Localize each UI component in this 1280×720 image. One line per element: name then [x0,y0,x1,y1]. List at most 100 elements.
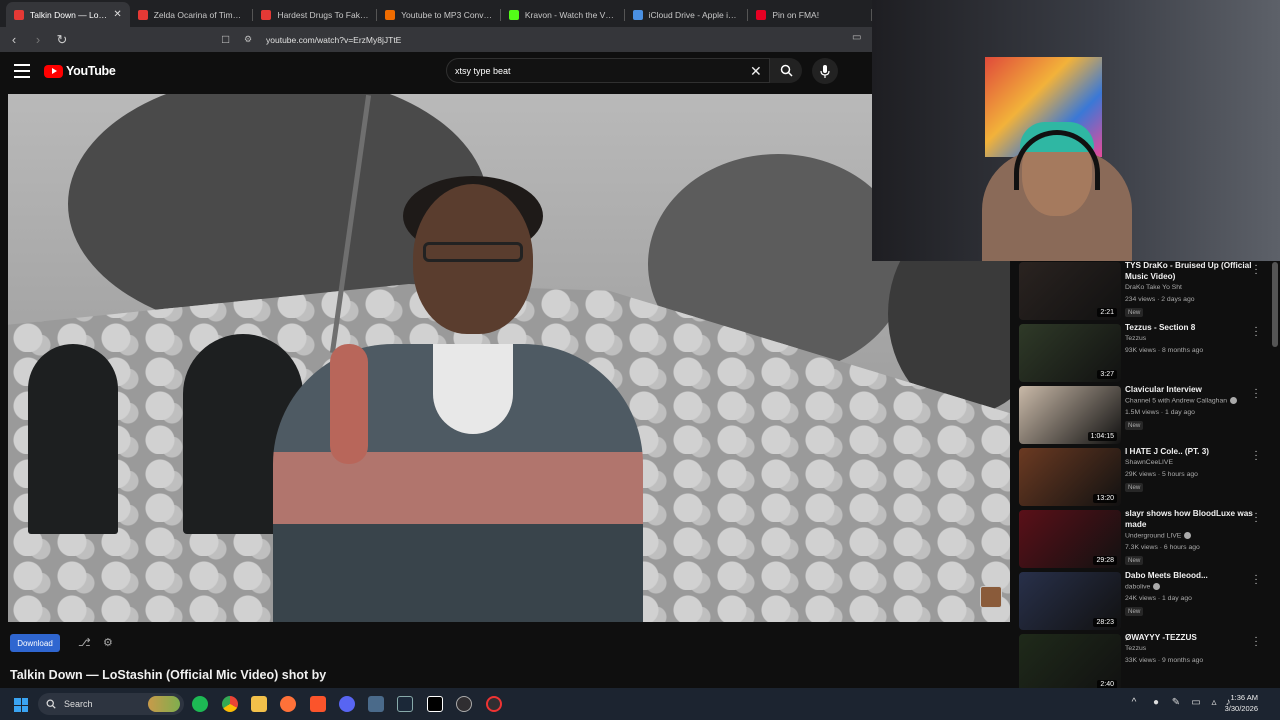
recommended-title[interactable]: Dabo Meets Bleood... [1125,570,1265,581]
more-options-icon[interactable]: · · · [1253,447,1259,465]
view-meta: 7.3K views · 6 hours ago [1125,544,1200,551]
view-meta: 33K views · 9 months ago [1125,657,1204,664]
recommended-video[interactable]: 2:40 ØWAYYY -TEZZUS Tezzus 33K views · 9 mo… [1018,633,1280,688]
more-options-icon[interactable]: · · · [1253,385,1259,403]
video-thumbnail[interactable]: 13:20 [1019,448,1121,506]
brave-icon[interactable] [310,696,326,712]
menu-icon[interactable] [14,64,30,78]
youtube-logo-text: YouTube [66,64,116,78]
recommended-title[interactable]: ØWAYYY -TEZZUS [1125,632,1265,643]
reload-icon[interactable]: ↻ [52,30,72,50]
clear-search-icon[interactable]: ✕ [750,63,762,80]
browser-tab[interactable]: Zelda Ocarina of Time Remake [130,2,254,27]
discord-icon[interactable] [339,696,355,712]
video-thumbnail[interactable]: 1:04:15 [1019,386,1121,444]
youtube-masthead: YouTube xtsy type beat ✕ [0,52,872,92]
channel-name[interactable]: Tezzus [1125,645,1146,652]
search-input[interactable]: xtsy type beat [446,58,770,83]
more-options-icon[interactable]: · · · [1253,633,1259,651]
tab-favicon-icon [508,9,519,20]
more-options-icon[interactable]: · · · [1253,571,1259,589]
video-thumbnail[interactable]: 28:23 [1019,572,1121,630]
display-tray-icon[interactable]: ▭ [1190,697,1202,709]
duration-badge: 13:20 [1093,494,1117,503]
recommended-video[interactable]: 2:21 TYS DraKo - Bruised Up (Official Mus… [1018,261,1280,321]
taskbar-clock[interactable]: 1:36 AM 3/30/2026 [1225,692,1258,714]
obs-recording-icon[interactable] [486,696,502,712]
microphone-tray-icon[interactable]: ● [1150,697,1162,709]
tab-title: Pin on FMA! [772,9,820,20]
spotify-icon[interactable] [192,696,208,712]
browser-tab[interactable]: Hardest Drugs To Fake Being [253,2,377,27]
tab-favicon-icon [385,9,396,20]
app-icon[interactable] [368,696,384,712]
steam-icon[interactable] [397,696,413,712]
recommended-title[interactable]: slayr shows how BloodLuxe was made [1125,508,1265,530]
browser-tab[interactable]: Kravon - Watch the VOD on [501,2,625,27]
channel-name-text: Tezzus [1125,335,1147,342]
browser-toolbar: ‹ › ↻ □ ⚙ youtube.com/watch?v=ErzMy8jJTt… [0,27,872,52]
forward-arrow-icon[interactable]: › [28,30,48,50]
recommended-video[interactable]: 29:28 slayr shows how BloodLuxe was made U… [1018,509,1280,569]
video-thumbnail[interactable]: 2:21 [1019,262,1121,320]
video-thumbnail[interactable]: 2:40 [1019,634,1121,688]
tab-favicon-icon [14,9,24,20]
voice-search-button[interactable] [812,58,838,84]
sidebar-scrollbar[interactable] [1272,262,1278,347]
search-highlight-icon [148,696,180,712]
tray-overflow-icon[interactable]: ^ [1128,697,1140,709]
pen-tray-icon[interactable]: ✎ [1170,697,1182,709]
recommended-video[interactable]: 28:23 Dabo Meets Bleood... dabolive 24K vie… [1018,571,1280,631]
recommended-video[interactable]: 3:27 Tezzus - Section 8 Tezzus 93K views · … [1018,323,1280,383]
more-options-icon[interactable]: · · · [1253,323,1259,341]
channel-name[interactable]: Tezzus [1125,335,1146,342]
new-badge: New [1125,607,1144,616]
channel-name[interactable]: Channel 5 with Andrew Callaghan [1125,397,1238,404]
channel-name[interactable]: Underground LIVE [1125,532,1192,539]
youtube-logo[interactable]: YouTube [44,64,116,78]
url-text: youtube.com/watch?v=ErzMy8jJTtE [266,34,402,45]
channel-name[interactable]: DraKo Take Yo Sht [1125,284,1182,291]
recommended-title[interactable]: I HATE J Cole.. (PT. 3) [1125,446,1265,457]
recommended-title[interactable]: TYS DraKo - Bruised Up (Official Music V… [1125,261,1265,282]
recommended-video[interactable]: 13:20 I HATE J Cole.. (PT. 3) ShawnCeeLIVE… [1018,447,1280,507]
video-player[interactable] [8,94,1010,622]
video-thumbnail[interactable]: 3:27 [1019,324,1121,382]
more-options-icon[interactable]: · · · [1253,261,1259,279]
shirt [433,344,513,434]
site-info-icon[interactable]: ⚙ [244,34,256,46]
network-tray-icon[interactable]: ▵ [1208,697,1220,709]
bookmark-icon[interactable]: □ [222,32,236,47]
recommended-title[interactable]: Tezzus - Section 8 [1125,322,1265,333]
back-arrow-icon[interactable]: ‹ [4,30,24,50]
more-options-icon[interactable]: · · · [1253,509,1259,527]
chrome-icon[interactable] [222,696,238,712]
channel-name[interactable]: dabolive [1125,583,1161,590]
video-title: Talkin Down — LoStashin (Official Mic Vi… [10,668,327,682]
tab-title: Hardest Drugs To Fake Being [277,9,369,20]
firefox-icon[interactable] [280,696,296,712]
address-bar[interactable]: ⚙ youtube.com/watch?v=ErzMy8jJTtE [244,30,844,49]
channel-watermark[interactable] [980,586,1002,608]
taskbar-search[interactable]: Search [38,693,184,715]
windows-start-icon[interactable] [14,698,28,712]
search-button[interactable] [770,58,802,83]
file-explorer-icon[interactable] [251,696,267,712]
tab-close-icon[interactable]: ✕ [113,9,121,20]
notification-bell-icon[interactable]: ⎇ [78,636,92,650]
browser-tab[interactable]: Talkin Down — LoStashin ✕ [6,2,130,27]
video-thumbnail[interactable]: 29:28 [1019,510,1121,568]
cast-icon[interactable]: ▭ [852,32,866,46]
browser-tab[interactable]: iCloud Drive - Apple iCloud [625,2,749,27]
download-button[interactable]: Download [10,634,60,652]
microphone-icon [820,64,830,78]
capcut-icon[interactable] [427,696,443,712]
recommended-title[interactable]: Clavicular Interview [1125,384,1265,395]
obs-icon[interactable] [456,696,472,712]
browser-tab[interactable]: Pin on FMA! [748,2,872,27]
youtube-play-icon [44,64,63,78]
recommended-video[interactable]: 1:04:15 Clavicular Interview Channel 5 wit… [1018,385,1280,445]
channel-name[interactable]: ShawnCeeLIVE [1125,459,1173,466]
browser-tab[interactable]: Youtube to MP3 Converter [377,2,501,27]
settings-gear-icon[interactable]: ⚙ [103,636,117,650]
